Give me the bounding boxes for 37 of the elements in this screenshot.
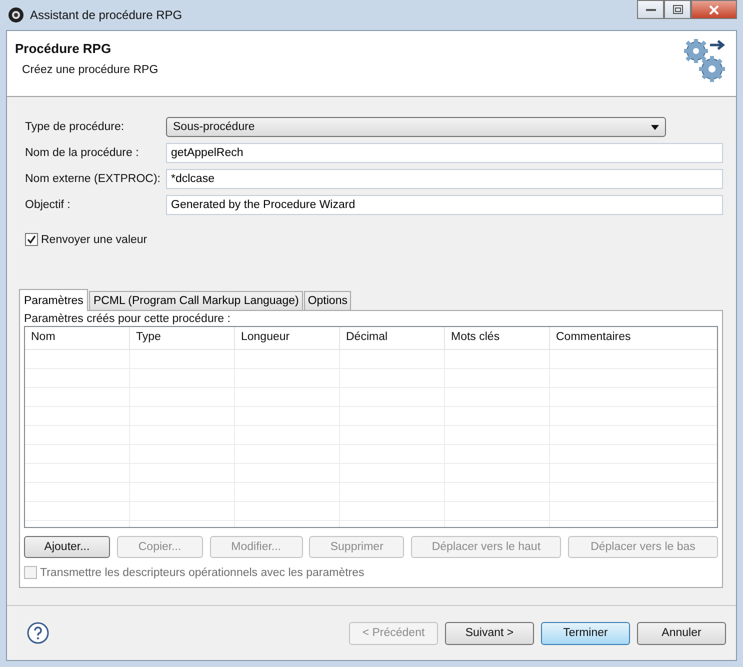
column-header[interactable]: Type [130,327,235,349]
tab[interactable]: Paramètres [19,289,88,311]
maximize-button[interactable] [664,0,691,19]
tab[interactable]: Options [304,291,352,310]
tab[interactable]: PCML (Program Call Markup Language) [89,291,303,310]
table-action-button[interactable]: Ajouter... [24,536,110,558]
field-label: Objectif : [25,199,72,211]
field-label: Nom externe (EXTPROC): [25,173,162,185]
table-caption: Paramètres créés pour cette procédure : [24,313,232,325]
column-header[interactable]: Nom [25,327,130,349]
dropdown-arrow-icon [651,124,659,130]
field-label: Type de procédure: [25,121,126,133]
input-field[interactable]: getAppelRech [166,143,723,163]
column-header[interactable]: Décimal [340,327,445,349]
column-header[interactable]: Mots clés [445,327,550,349]
wizard-button[interactable]: Suivant > [445,622,534,644]
help-icon[interactable] [27,622,49,644]
field-label: Nom de la procédure : [25,147,140,159]
input-field[interactable]: *dclcase [166,169,723,189]
page-description: Créez une procédure RPG [21,64,158,76]
return-value-checkbox[interactable]: Renvoyer une valeur [25,233,723,246]
app-icon [8,7,24,23]
wizard-button[interactable]: Terminer [541,622,630,644]
column-header[interactable]: Longueur [235,327,340,349]
wizard-button[interactable]: Annuler [637,622,726,644]
check-icon [27,235,36,244]
close-icon [709,4,719,14]
maximize-icon [672,5,682,14]
minimize-icon [646,8,656,12]
page-title: Procédure RPG [15,41,112,56]
close-button[interactable] [691,0,737,19]
gears-icon [682,37,728,83]
column-header[interactable]: Commentaires [550,327,717,349]
procedure-type-dropdown[interactable]: Sous-procédure [166,117,666,137]
window-title: Assistant de procédure RPG [30,8,182,22]
input-field[interactable]: Generated by the Procedure Wizard [166,195,723,215]
minimize-button[interactable] [637,0,664,19]
